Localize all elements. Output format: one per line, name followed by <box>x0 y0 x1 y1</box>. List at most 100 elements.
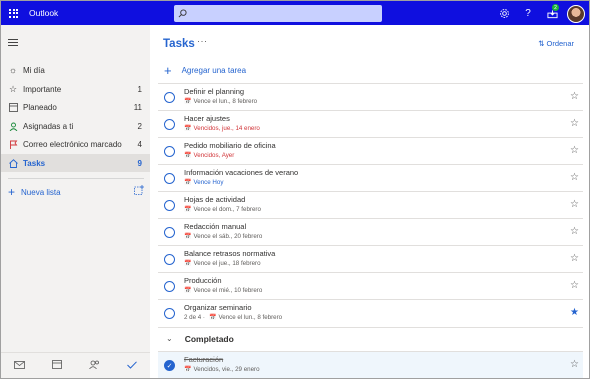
mail-icon[interactable] <box>14 360 26 371</box>
calendar-icon: 📅 <box>184 180 192 186</box>
sidebar-item-count: 4 <box>137 139 142 149</box>
task-row[interactable]: Hojas de actividad 📅 Vence el dom., 7 feb… <box>158 191 583 218</box>
notifications-icon[interactable]: 2 <box>540 1 564 26</box>
task-title: Hojas de actividad <box>184 195 246 204</box>
star-icon[interactable]: ☆ <box>570 199 579 210</box>
sidebar-item-assigned[interactable]: Asignadas a ti 2 <box>1 117 150 135</box>
new-list-label: Nueva lista <box>21 187 61 197</box>
complete-checkbox[interactable] <box>164 308 175 319</box>
task-title: Organizar seminario <box>184 303 252 312</box>
star-icon[interactable]: ☆ <box>570 253 579 264</box>
star-icon[interactable]: ☆ <box>570 118 579 129</box>
task-title: Pedido mobiliario de oficina <box>184 141 276 150</box>
star-filled-icon[interactable]: ★ <box>570 307 579 318</box>
sidebar-item-label: Mi día <box>23 65 45 75</box>
sidebar-item-count: 11 <box>133 102 142 112</box>
calendar-icon: 📅 <box>208 315 217 321</box>
complete-checkbox[interactable] <box>164 227 175 238</box>
search-input[interactable] <box>174 5 382 22</box>
hamburger-menu-icon[interactable] <box>8 39 18 48</box>
task-due-date: 📅 Vence el dom., 7 febrero <box>184 206 261 213</box>
sidebar-item-tasks[interactable]: Tasks 9 <box>1 154 150 172</box>
calendar-grid-icon <box>8 102 18 112</box>
task-row[interactable]: Producción 📅 Vence el mié., 10 febrero ☆ <box>158 272 583 299</box>
new-list-button[interactable]: + Nueva lista <box>8 185 144 199</box>
add-task-input[interactable]: + Agregar una tarea <box>164 64 246 77</box>
app-launcher-icon[interactable] <box>1 1 26 26</box>
star-icon[interactable]: ☆ <box>570 226 579 237</box>
task-row[interactable]: Información vacaciones de verano 📅 Vence … <box>158 164 583 191</box>
app-title[interactable]: Outlook <box>29 8 174 18</box>
task-due-date: 2 de 4 · 📅 Vence el lun., 8 febrero <box>184 314 283 321</box>
star-icon[interactable]: ☆ <box>570 280 579 291</box>
sidebar: ☼ Mi día ☆ Importante 1 Planeado 11 Asig… <box>0 25 150 379</box>
task-due-date: 📅 Vencidos, jue., 14 enero <box>184 125 260 132</box>
sidebar-divider <box>8 178 144 179</box>
star-icon[interactable]: ☆ <box>570 145 579 156</box>
sidebar-item-count: 2 <box>137 121 142 131</box>
new-group-icon[interactable] <box>134 185 144 197</box>
complete-checkbox[interactable] <box>164 200 175 211</box>
completed-section-toggle[interactable]: ⌄ Completado <box>158 327 583 349</box>
sort-arrows-icon: ⇅ <box>538 39 545 48</box>
sidebar-item-label: Planeado <box>23 102 57 112</box>
calendar-icon[interactable] <box>52 360 63 371</box>
star-icon: ☆ <box>8 83 18 94</box>
task-due-date: 📅 Vence Hoy <box>184 179 224 186</box>
calendar-icon: 📅 <box>184 207 192 213</box>
task-due-date: 📅 Vencidos, vie., 29 enero <box>184 366 260 373</box>
complete-checkbox[interactable] <box>164 254 175 265</box>
sun-icon: ☼ <box>8 65 18 75</box>
task-title: Balance retrasos normativa <box>184 249 276 258</box>
calendar-icon: 📅 <box>184 261 192 267</box>
task-row[interactable]: Organizar seminario 2 de 4 · 📅 Vence el lu… <box>158 299 583 326</box>
sidebar-item-planned[interactable]: Planeado 11 <box>1 98 150 116</box>
sidebar-item-important[interactable]: ☆ Importante 1 <box>1 80 150 98</box>
star-icon[interactable]: ☆ <box>570 91 579 102</box>
flag-icon <box>8 139 18 149</box>
complete-checkbox[interactable] <box>164 92 175 103</box>
task-title: Información vacaciones de verano <box>184 168 299 177</box>
task-row[interactable]: Definir el planning 📅 Vence el lun., 8 fe… <box>158 83 583 110</box>
sidebar-item-label: Asignadas a ti <box>23 121 74 131</box>
task-title: Redacción manual <box>184 222 247 231</box>
help-icon[interactable]: ? <box>516 1 540 26</box>
task-row-completed[interactable]: ✓ Facturación 📅 Vencidos, vie., 29 enero … <box>158 351 583 378</box>
calendar-icon: 📅 <box>184 234 192 240</box>
task-due-date: 📅 Vence el mié., 10 febrero <box>184 287 263 294</box>
task-due-date: 📅 Vencidos, Ayer <box>184 152 235 159</box>
chevron-down-icon: ⌄ <box>166 334 173 343</box>
star-icon[interactable]: ☆ <box>570 359 579 370</box>
complete-checkbox[interactable] <box>164 173 175 184</box>
sidebar-item-flagged-email[interactable]: Correo electrónico marcado 4 <box>1 135 150 153</box>
todo-check-icon[interactable] <box>126 360 137 371</box>
completed-checkbox[interactable]: ✓ <box>164 360 175 371</box>
task-due-date: 📅 Vence el jue., 18 febrero <box>184 260 261 267</box>
complete-checkbox[interactable] <box>164 146 175 157</box>
task-title: Hacer ajustes <box>184 114 230 123</box>
task-row[interactable]: Hacer ajustes 📅 Vencidos, jue., 14 enero … <box>158 110 583 137</box>
complete-checkbox[interactable] <box>164 119 175 130</box>
add-task-placeholder: Agregar una tarea <box>181 66 247 75</box>
home-icon <box>8 158 18 168</box>
people-icon[interactable] <box>89 360 100 371</box>
avatar[interactable] <box>567 4 585 23</box>
person-icon <box>8 121 18 131</box>
sort-button[interactable]: ⇅ Ordenar <box>538 39 574 48</box>
star-icon[interactable]: ☆ <box>570 172 579 183</box>
calendar-icon: 📅 <box>184 99 192 105</box>
settings-gear-icon[interactable] <box>492 1 516 26</box>
task-due-date: 📅 Vence el lun., 8 febrero <box>184 98 258 105</box>
more-options-button[interactable]: ··· <box>197 36 208 46</box>
sidebar-item-my-day[interactable]: ☼ Mi día <box>1 61 150 79</box>
sidebar-item-label: Correo electrónico marcado <box>23 139 122 149</box>
task-title: Facturación <box>184 355 224 364</box>
task-row[interactable]: Pedido mobiliario de oficina 📅 Vencidos, … <box>158 137 583 164</box>
search-icon <box>178 9 187 18</box>
calendar-icon: 📅 <box>184 288 192 294</box>
sort-label: Ordenar <box>546 39 574 48</box>
complete-checkbox[interactable] <box>164 281 175 292</box>
task-title: Definir el planning <box>184 87 245 96</box>
task-row[interactable]: Balance retrasos normativa 📅 Vence el jue… <box>158 245 583 272</box>
task-row[interactable]: Redacción manual 📅 Vence el sáb., 20 febr… <box>158 218 583 245</box>
